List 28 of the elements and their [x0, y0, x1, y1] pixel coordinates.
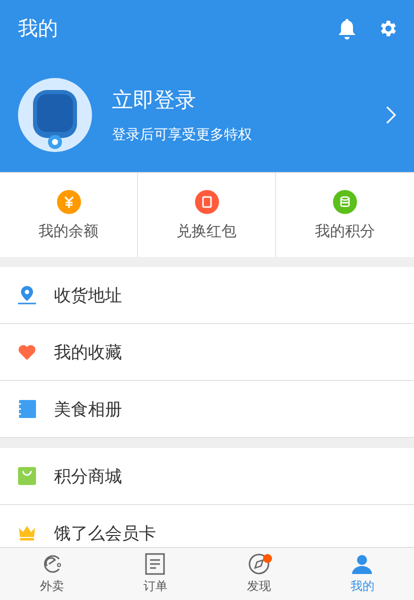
location-pin-icon — [18, 285, 36, 305]
tab-item[interactable]: 订单 — [143, 578, 168, 595]
menu-row[interactable]: 收货地址 — [0, 267, 414, 324]
quick-action-label[interactable]: 兑换红包 — [176, 222, 236, 240]
document-icon — [145, 553, 166, 575]
login-subtitle: 登录后可享受更多特权 — [112, 126, 253, 144]
avatar-drawing[interactable] — [18, 78, 92, 152]
person-icon — [351, 553, 374, 575]
page-title: 我的 — [18, 15, 59, 42]
notebook-icon — [18, 400, 36, 418]
heart-icon — [18, 344, 36, 360]
menu-row[interactable]: 我的收藏 — [0, 324, 414, 381]
menu-label: 我的收藏 — [54, 342, 122, 364]
quick-action-label[interactable]: 我的积分 — [315, 222, 375, 240]
compass-icon — [248, 553, 270, 575]
chevron-right-icon[interactable] — [386, 106, 396, 124]
menu-label: 收货地址 — [54, 284, 122, 306]
shopping-bag-icon — [18, 467, 36, 485]
bell-icon[interactable] — [337, 18, 357, 40]
tab-item[interactable]: 发现 — [246, 578, 271, 595]
menu-row[interactable]: 积分商城 — [0, 448, 414, 505]
menu-label: 饿了么会员卡 — [54, 522, 156, 544]
crown-icon — [18, 525, 36, 541]
menu-label: 积分商城 — [54, 466, 122, 488]
menu-label: 美食相册 — [54, 398, 122, 420]
quick-action-label[interactable]: 我的余额 — [38, 222, 98, 240]
tab-item[interactable]: 外卖 — [40, 578, 64, 595]
menu-row[interactable]: 美食相册 — [0, 381, 414, 438]
